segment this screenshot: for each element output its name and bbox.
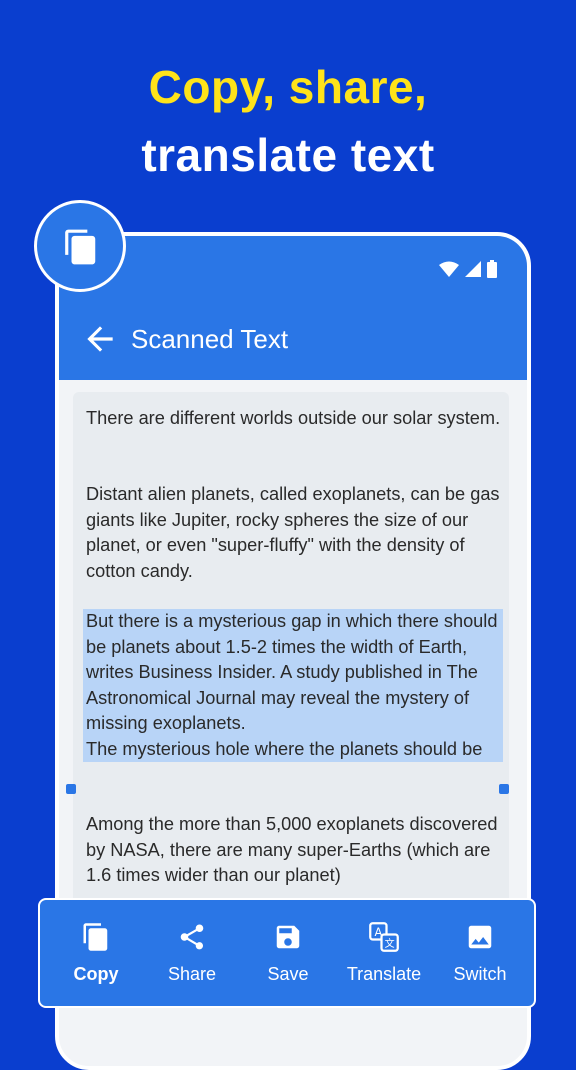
headline-line-2: translate text — [141, 129, 435, 181]
page-title: Scanned Text — [131, 324, 289, 354]
text-paragraph: Distant alien planets, called exoplanets… — [86, 484, 500, 581]
share-button[interactable]: Share — [144, 900, 240, 1006]
scanned-text-area[interactable]: There are different worlds outside our s… — [73, 392, 509, 952]
cellular-icon — [465, 261, 481, 277]
switch-button[interactable]: Switch — [432, 900, 528, 1006]
selection-handle-start[interactable] — [66, 784, 76, 794]
share-icon — [180, 924, 204, 950]
selection-handle-end[interactable] — [499, 784, 509, 794]
image-icon — [468, 925, 492, 949]
headline-line-1: Copy, share, — [148, 61, 428, 113]
status-bar — [59, 236, 527, 298]
translate-icon: A 文 — [369, 922, 399, 952]
copy-button[interactable]: Copy — [48, 900, 144, 1006]
arrow-left-icon[interactable] — [81, 320, 119, 358]
app-bar: Scanned Text — [59, 298, 527, 380]
svg-text:文: 文 — [385, 937, 395, 950]
translate-label: Translate — [346, 964, 422, 984]
bottom-toolbar: Copy Share Save A 文 Translate Switch — [38, 898, 536, 1008]
selected-text-paragraph[interactable]: But there is a mysterious gap in which t… — [83, 609, 503, 762]
battery-icon — [487, 260, 497, 278]
copy-badge — [34, 200, 126, 292]
save-icon — [276, 925, 300, 949]
text-paragraph: There are different worlds outside our s… — [86, 408, 501, 428]
copy-label: Copy — [73, 964, 119, 984]
wifi-icon — [439, 261, 459, 277]
save-label: Save — [267, 964, 309, 984]
text-paragraph: Among the more than 5,000 exoplanets dis… — [86, 814, 498, 885]
switch-label: Switch — [453, 964, 507, 984]
copy-icon — [83, 923, 108, 951]
status-icons — [439, 260, 497, 278]
save-button[interactable]: Save — [240, 900, 336, 1006]
share-label: Share — [167, 964, 217, 984]
copy-icon — [65, 229, 96, 265]
translate-button[interactable]: A 文 Translate — [336, 900, 432, 1006]
